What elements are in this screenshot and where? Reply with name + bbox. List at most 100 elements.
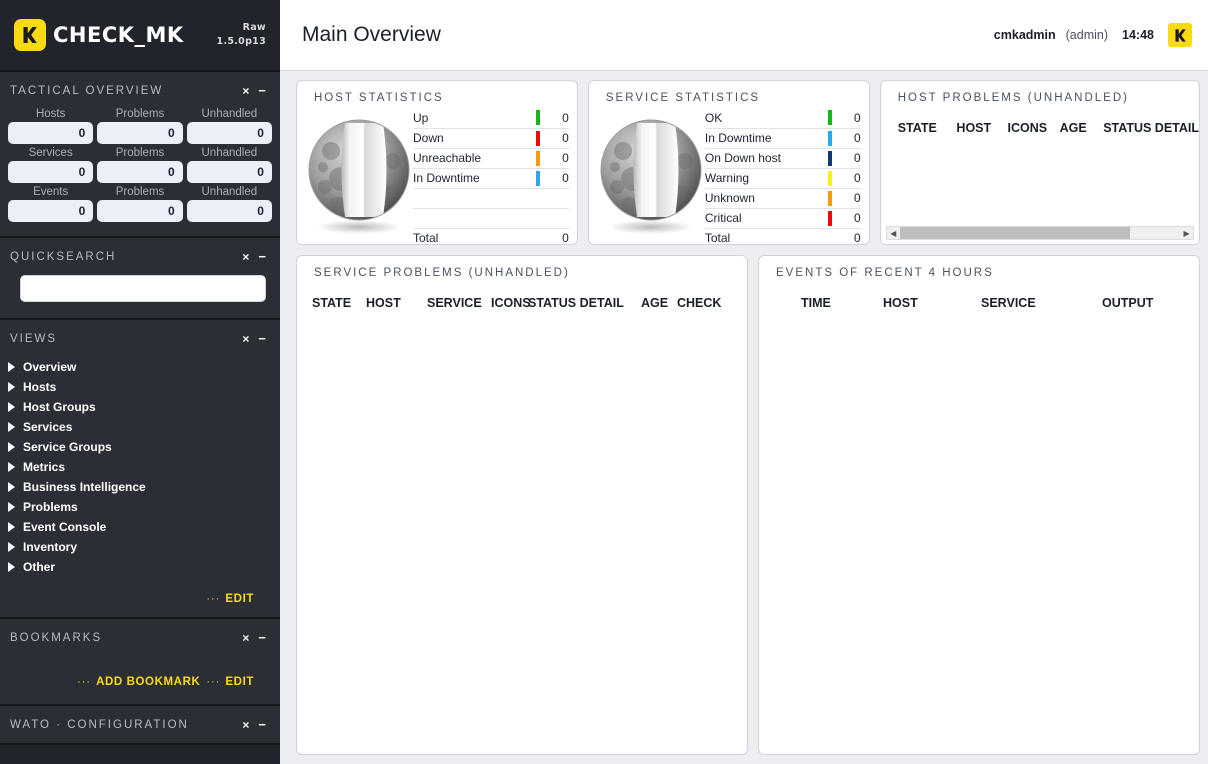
column-header-time[interactable]: TIME	[801, 296, 883, 310]
snapin-header: Quicksearch × −	[0, 238, 280, 273]
chevron-right-icon	[8, 462, 15, 472]
sidebar-item-problems[interactable]: Problems	[0, 497, 280, 517]
column-header-age[interactable]: AGE	[1060, 121, 1104, 135]
scroll-left-icon[interactable]: ◀	[887, 229, 900, 238]
tactical-cell: Problems 0	[97, 146, 183, 183]
close-icon[interactable]: ×	[242, 85, 249, 97]
quicksearch-wrap	[0, 273, 280, 316]
tactical-label: Unhandled	[201, 147, 258, 159]
version-label: 1.5.0p13	[216, 36, 266, 47]
column-header-output[interactable]: OUTPUT	[1102, 296, 1153, 310]
close-icon[interactable]: ×	[242, 632, 249, 644]
chevron-right-icon	[8, 422, 15, 432]
host-statistics-table: Up 0 Down 0 Unreachable 0 In Downtime 0 …	[413, 108, 569, 245]
close-icon[interactable]: ×	[242, 251, 249, 263]
dots-icon: ···	[77, 676, 92, 688]
version-info: Raw 1.5.0p13	[217, 21, 266, 49]
column-header-service[interactable]: SERVICE	[981, 296, 1102, 310]
table-row[interactable]: On Down host 0	[704, 148, 861, 169]
status-count: 0	[542, 148, 569, 169]
table-row[interactable]: OK 0	[704, 108, 861, 129]
minimize-icon[interactable]: −	[258, 631, 266, 644]
view-label: Inventory	[23, 540, 78, 554]
sidebar-item-overview[interactable]: Overview	[0, 357, 280, 377]
minimize-icon[interactable]: −	[258, 250, 266, 263]
column-header-status-detail[interactable]: STATUS DETAIL	[1103, 121, 1199, 135]
sidebar-item-host-groups[interactable]: Host Groups	[0, 397, 280, 417]
scrollbar-thumb[interactable]	[899, 227, 1130, 239]
snapin-actions: × −	[242, 84, 266, 97]
sidebar-item-event-console[interactable]: Event Console	[0, 517, 280, 537]
service-pie-chart	[597, 106, 705, 244]
column-header-icons[interactable]: ICONS	[1008, 121, 1060, 135]
status-color-bar	[825, 128, 835, 149]
snapin-header: WATO · Configuration × −	[0, 706, 280, 741]
scrollbar-track[interactable]	[899, 227, 1180, 239]
tactical-value[interactable]: 0	[8, 122, 94, 144]
tactical-value[interactable]: 0	[186, 161, 272, 183]
chevron-right-icon	[8, 402, 15, 412]
column-header-host[interactable]: HOST	[883, 296, 981, 310]
tactical-value[interactable]: 0	[186, 122, 272, 144]
sidebar-logo-bar[interactable]: CHECK_MK Raw 1.5.0p13	[0, 0, 280, 72]
snapin-actions: × −	[242, 718, 266, 731]
edit-views-link[interactable]: Edit	[225, 593, 254, 605]
total-label: Total	[704, 231, 731, 245]
tactical-cell: Services 0	[8, 146, 94, 183]
snapin-title: Bookmarks	[10, 631, 103, 644]
checkmk-logo-icon[interactable]	[1168, 23, 1192, 47]
sidebar-item-service-groups[interactable]: Service Groups	[0, 437, 280, 457]
edit-bookmarks-link[interactable]: Edit	[225, 676, 254, 688]
column-header-age[interactable]: AGE	[641, 296, 677, 310]
close-icon[interactable]: ×	[242, 333, 249, 345]
minimize-icon[interactable]: −	[258, 718, 266, 731]
snapin-actions: × −	[242, 332, 266, 345]
table-row[interactable]: Unknown 0	[704, 188, 861, 209]
column-header-check[interactable]: CHECK	[677, 296, 721, 310]
table-row[interactable]: Down 0	[413, 128, 569, 149]
sidebar-item-inventory[interactable]: Inventory	[0, 537, 280, 557]
column-header-state[interactable]: STATE	[312, 296, 366, 310]
main-content: Main Overview cmkadmin (admin) 14:48 Hos…	[280, 0, 1208, 764]
tactical-value[interactable]: 0	[8, 200, 94, 222]
add-bookmark-group[interactable]: ··· Add Bookmark	[77, 676, 200, 688]
sidebar-item-services[interactable]: Services	[0, 417, 280, 437]
column-header-host[interactable]: HOST	[956, 121, 1007, 135]
column-header-state[interactable]: STATE	[898, 121, 957, 135]
column-header-host[interactable]: HOST	[366, 296, 427, 310]
tactical-value[interactable]: 0	[97, 161, 183, 183]
status-count: 0	[542, 168, 569, 189]
sidebar-item-other[interactable]: Other	[0, 557, 280, 577]
sidebar-item-business-intelligence[interactable]: Business Intelligence	[0, 477, 280, 497]
table-row[interactable]: Up 0	[413, 108, 569, 129]
status-count: 0	[834, 188, 861, 209]
total-color-bar	[534, 228, 543, 244]
minimize-icon[interactable]: −	[258, 84, 266, 97]
table-row[interactable]: In Downtime 0	[704, 128, 861, 149]
tactical-value[interactable]: 0	[8, 161, 94, 183]
sidebar-item-metrics[interactable]: Metrics	[0, 457, 280, 477]
bookmarks-edit-group[interactable]: ··· Edit	[206, 676, 254, 688]
search-input[interactable]	[20, 275, 266, 302]
column-header-status-detail[interactable]: STATUS DETAIL	[528, 296, 641, 310]
table-row[interactable]: Unreachable 0	[413, 148, 569, 169]
status-count: 0	[834, 128, 861, 149]
tactical-value[interactable]: 0	[186, 200, 272, 222]
views-footer: ··· Edit	[0, 581, 280, 615]
minimize-icon[interactable]: −	[258, 332, 266, 345]
sidebar-item-hosts[interactable]: Hosts	[0, 377, 280, 397]
scroll-right-icon[interactable]: ▶	[1180, 229, 1193, 238]
horizontal-scrollbar[interactable]: ◀ ▶	[885, 226, 1195, 240]
tactical-value[interactable]: 0	[97, 122, 183, 144]
table-row[interactable]: Warning 0	[704, 168, 861, 189]
column-header-icons[interactable]: ICONS	[491, 296, 531, 310]
views-edit-group[interactable]: ··· Edit	[206, 593, 254, 605]
total-label: Total	[413, 231, 439, 245]
add-bookmark-link[interactable]: Add Bookmark	[96, 676, 200, 688]
table-row[interactable]: Critical 0	[704, 208, 861, 229]
column-header-service[interactable]: SERVICE	[427, 296, 491, 310]
tactical-value[interactable]: 0	[97, 200, 183, 222]
close-icon[interactable]: ×	[242, 719, 249, 731]
sidebar: CHECK_MK Raw 1.5.0p13 Tactical Overview …	[0, 0, 280, 764]
table-row[interactable]: In Downtime 0	[413, 168, 569, 189]
